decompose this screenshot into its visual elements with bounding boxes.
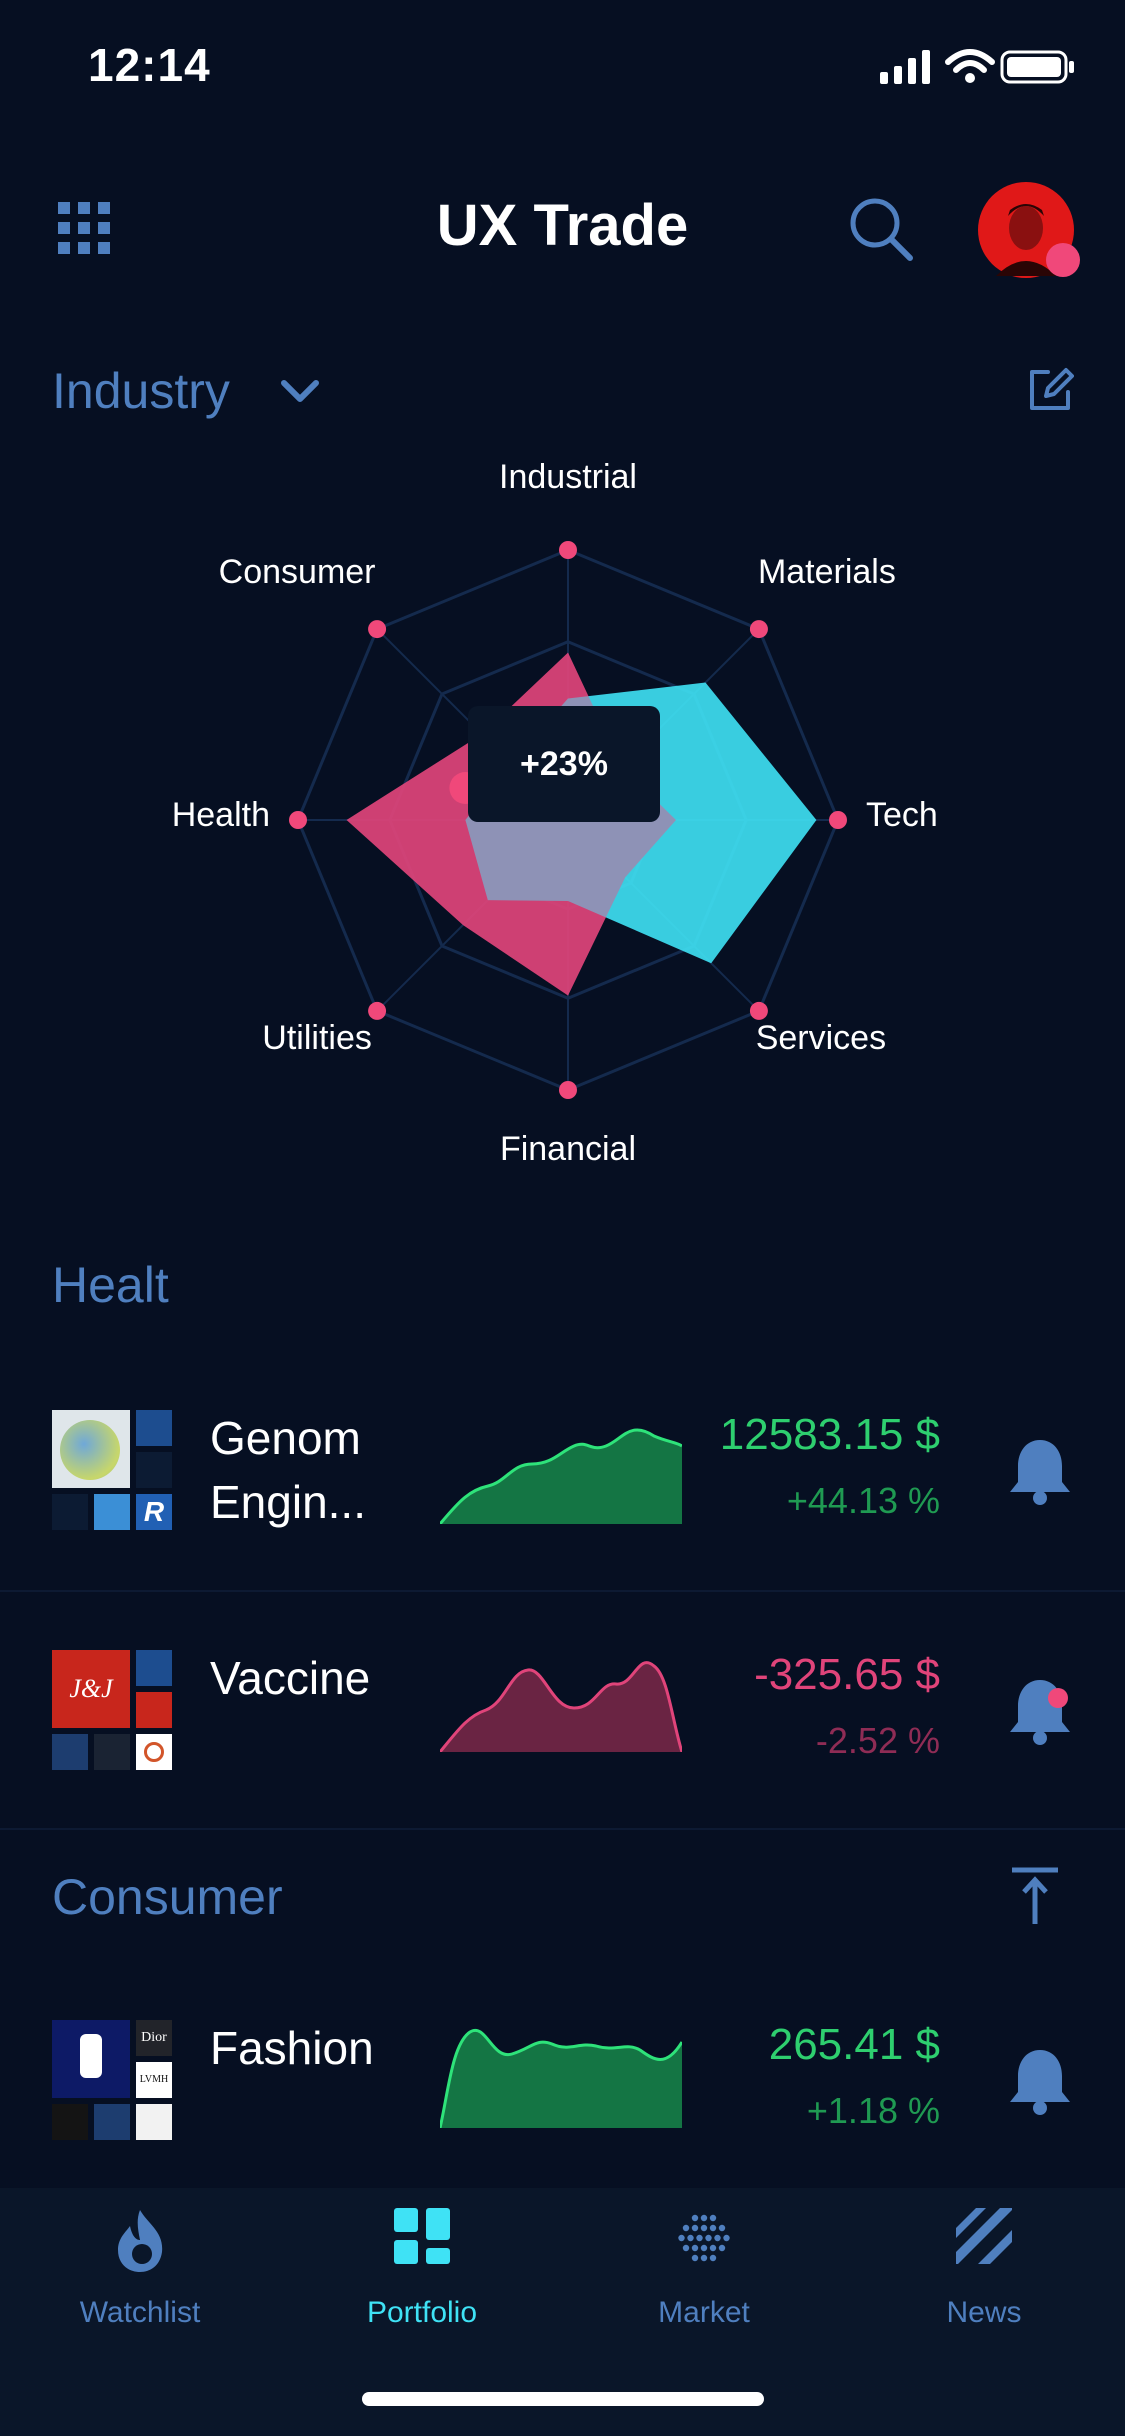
news-stripes-icon <box>956 2208 1012 2264</box>
stock-name-line1: Vaccine <box>210 1652 371 1704</box>
market-dot <box>687 2234 694 2242</box>
tab-watchlist-label: Watchlist <box>79 2296 201 2329</box>
flame-icon <box>118 2210 163 2272</box>
tab-news-label: News <box>946 2296 1022 2329</box>
stock-name-line1: Fashion <box>210 2022 374 2074</box>
radar-tooltip: +23% <box>468 706 660 822</box>
avatar[interactable] <box>976 180 1086 290</box>
market-dot <box>718 2244 726 2252</box>
market-dot <box>691 2214 699 2222</box>
market-dot <box>709 2254 717 2262</box>
bell-icon <box>1010 1680 1070 1745</box>
market-dot <box>691 2244 699 2252</box>
edit-button[interactable] <box>1026 366 1074 414</box>
tab-market-label: Market <box>658 2296 750 2329</box>
signal-wifi-battery-icon <box>880 49 1074 84</box>
radar-axis-label: Tech <box>866 796 938 834</box>
scroll-top-icon <box>1012 1867 1058 1924</box>
radar-axis-label: Utilities <box>262 1019 372 1057</box>
stock-change: +1.18 % <box>806 2090 940 2131</box>
radar-axis-label: Health <box>172 796 270 834</box>
company-logos: J&J <box>52 1650 172 1770</box>
market-dot <box>682 2244 690 2252</box>
radar-axis-point <box>559 541 577 559</box>
radar-axis-label: Materials <box>758 553 896 591</box>
industry-dropdown[interactable]: Industry <box>52 362 320 420</box>
stock-change: -2.52 % <box>815 1720 940 1761</box>
market-dot <box>714 2234 721 2242</box>
industry-dropdown-label: Industry <box>52 363 230 419</box>
stock-name-line2: Engin... <box>210 1476 366 1528</box>
stock-row-vaccine[interactable]: J&J Vaccine -325.65 $ -2.52 % <box>0 1620 1125 1830</box>
radar-axis-point <box>368 1001 387 1020</box>
bell-icon <box>1010 2050 1070 2115</box>
radar-axis-point <box>289 811 307 829</box>
tab-market[interactable]: Market <box>594 2208 814 2358</box>
stock-row-genom[interactable]: R Genom Engin... 12583.15 $ +44.13 % <box>0 1380 1125 1590</box>
alert-button[interactable] <box>1008 2046 1072 2116</box>
company-logos: Dior LVMH <box>52 2020 172 2140</box>
bottom-tab-bar: Watchlist Portfolio Market News <box>0 2188 1125 2436</box>
market-dot <box>700 2224 708 2232</box>
market-dot <box>691 2254 699 2262</box>
status-icons <box>878 44 1078 88</box>
alert-button[interactable] <box>1008 1676 1072 1746</box>
radar-axis-point <box>749 1001 768 1020</box>
market-dot <box>709 2214 717 2222</box>
bell-icon <box>1010 1440 1070 1505</box>
health-section-title: Healt <box>52 1257 169 1313</box>
tab-portfolio[interactable]: Portfolio <box>312 2208 532 2358</box>
consumer-section-title: Consumer <box>52 1869 283 1925</box>
market-dots-icon <box>678 2214 730 2262</box>
market-dot <box>700 2254 708 2262</box>
search-button[interactable] <box>848 196 914 262</box>
tab-portfolio-label: Portfolio <box>366 2296 478 2329</box>
market-dot <box>709 2244 717 2252</box>
app-title: UX Trade <box>436 193 689 258</box>
stock-change: +44.13 % <box>786 1480 940 1521</box>
market-dot <box>705 2234 712 2242</box>
home-indicator <box>362 2392 764 2406</box>
radar-axis-label: Services <box>756 1019 886 1057</box>
radar-axis-point <box>368 620 387 639</box>
status-time: 12:14 <box>88 39 211 91</box>
alert-button[interactable] <box>1008 1436 1072 1506</box>
row-divider <box>0 1828 1125 1830</box>
market-dot <box>718 2224 726 2232</box>
stock-price: 265.41 $ <box>768 2020 940 2069</box>
stock-name-line1: Genom <box>210 1412 361 1464</box>
stock-price: 12583.15 $ <box>719 1410 940 1459</box>
stock-row-fashion[interactable]: Dior LVMH Fashion 265.41 $ +1.18 % <box>0 1990 1125 2188</box>
stock-price: -325.65 $ <box>754 1650 940 1699</box>
radar-axis-label: Financial <box>500 1130 636 1168</box>
radar-axis-label: Consumer <box>219 553 376 591</box>
market-dot <box>691 2224 699 2232</box>
market-dot <box>696 2234 703 2242</box>
radar-axis-label: Industrial <box>499 458 637 496</box>
avatar-icon <box>978 182 1080 278</box>
market-dot <box>682 2224 690 2232</box>
tab-news[interactable]: News <box>874 2208 1094 2358</box>
edit-icon <box>1030 368 1074 410</box>
market-dot <box>709 2224 717 2232</box>
tab-watchlist[interactable]: Watchlist <box>30 2208 250 2358</box>
chevron-down-icon <box>280 380 319 402</box>
row-divider <box>0 1590 1125 1592</box>
radar-axis-point <box>749 620 768 639</box>
portfolio-icon <box>394 2208 450 2264</box>
market-dot <box>700 2244 708 2252</box>
scroll-to-top-button[interactable] <box>1010 1866 1060 1926</box>
radar-axis-point <box>829 811 847 829</box>
market-dot <box>700 2214 708 2222</box>
company-logos: R <box>52 1410 172 1530</box>
search-icon <box>850 198 913 261</box>
market-dot <box>723 2234 730 2242</box>
radar-axis-point <box>559 1081 577 1099</box>
radar-tooltip-value: +23% <box>520 744 608 783</box>
market-dot <box>678 2234 685 2242</box>
